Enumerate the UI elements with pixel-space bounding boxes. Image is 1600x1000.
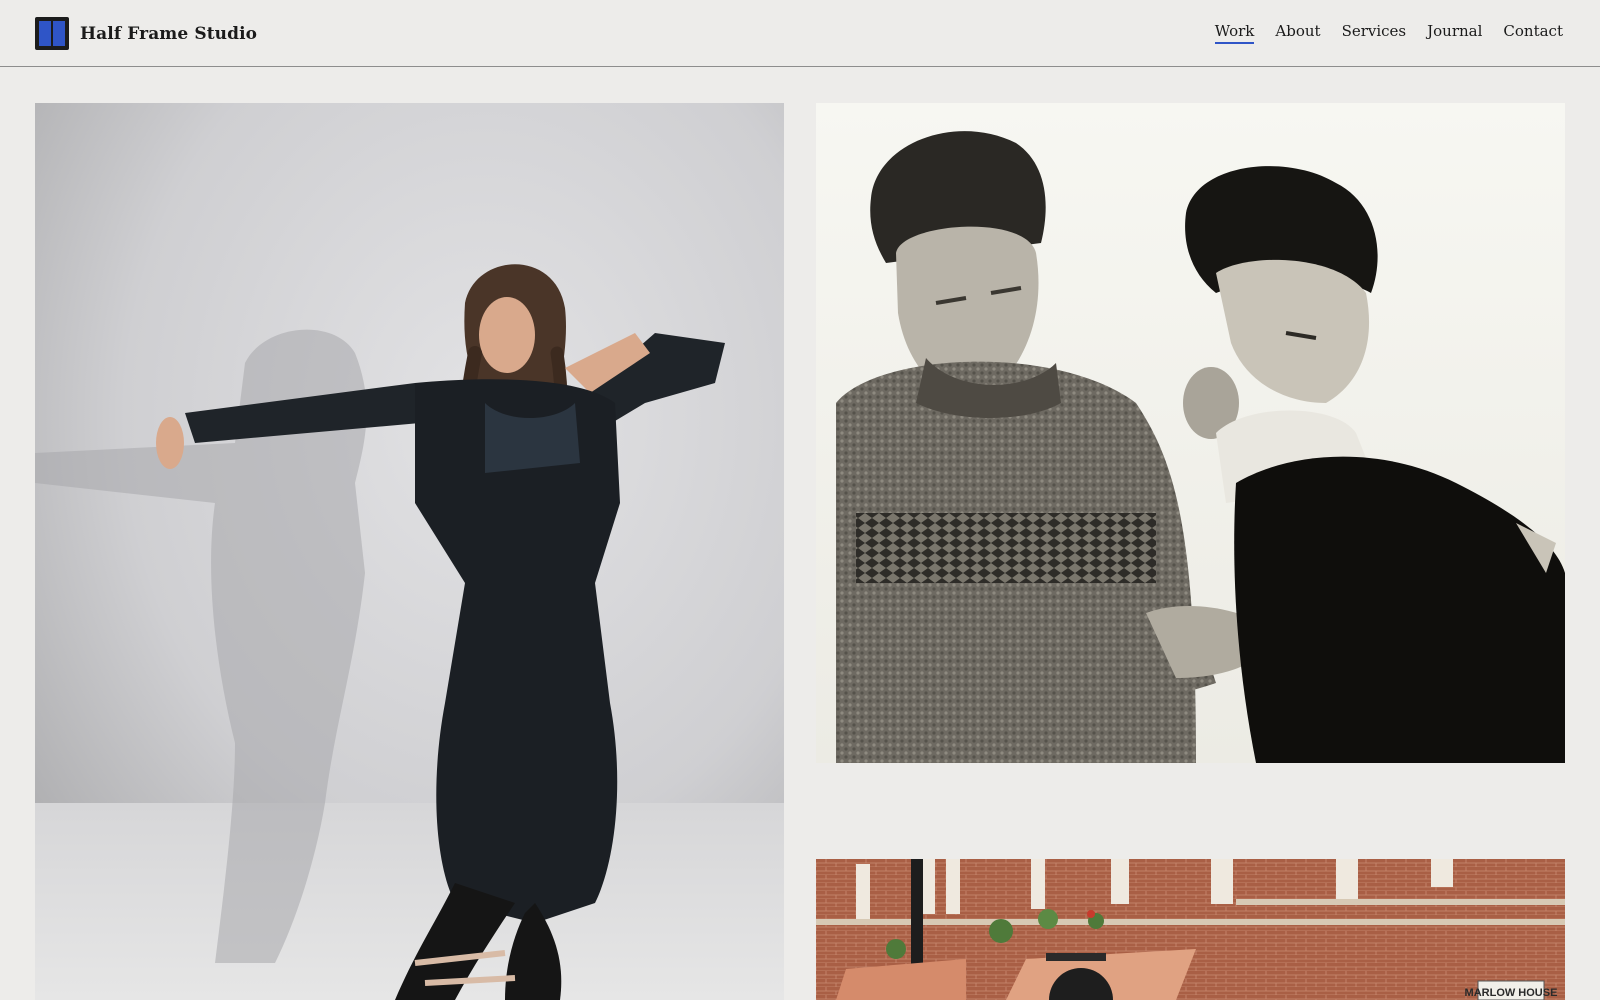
site-header: Half Frame Studio Work About Services Jo… xyxy=(0,0,1600,67)
nav-about[interactable]: About xyxy=(1275,22,1320,44)
main-nav: Work About Services Journal Contact xyxy=(1214,22,1563,44)
nav-journal[interactable]: Journal xyxy=(1427,22,1482,44)
home-link[interactable]: Half Frame Studio xyxy=(35,17,257,50)
logo-icon xyxy=(35,17,69,50)
rehearsal-photo-image xyxy=(816,103,1565,763)
nav-contact[interactable]: Contact xyxy=(1503,22,1563,44)
nav-services[interactable]: Services xyxy=(1342,22,1407,44)
dancer-photo-image xyxy=(35,103,784,1000)
brand-name: Half Frame Studio xyxy=(80,23,258,44)
street-photo-image: MARLOW HOUSE xyxy=(816,859,1565,1000)
gallery-photo-street[interactable]: MARLOW HOUSE xyxy=(816,859,1565,1000)
nav-work[interactable]: Work xyxy=(1214,22,1255,44)
gallery-photo-rehearsal[interactable] xyxy=(816,103,1565,763)
gallery-photo-dancer[interactable] xyxy=(35,103,784,1000)
street-sign-text: MARLOW HOUSE xyxy=(1465,987,1558,999)
